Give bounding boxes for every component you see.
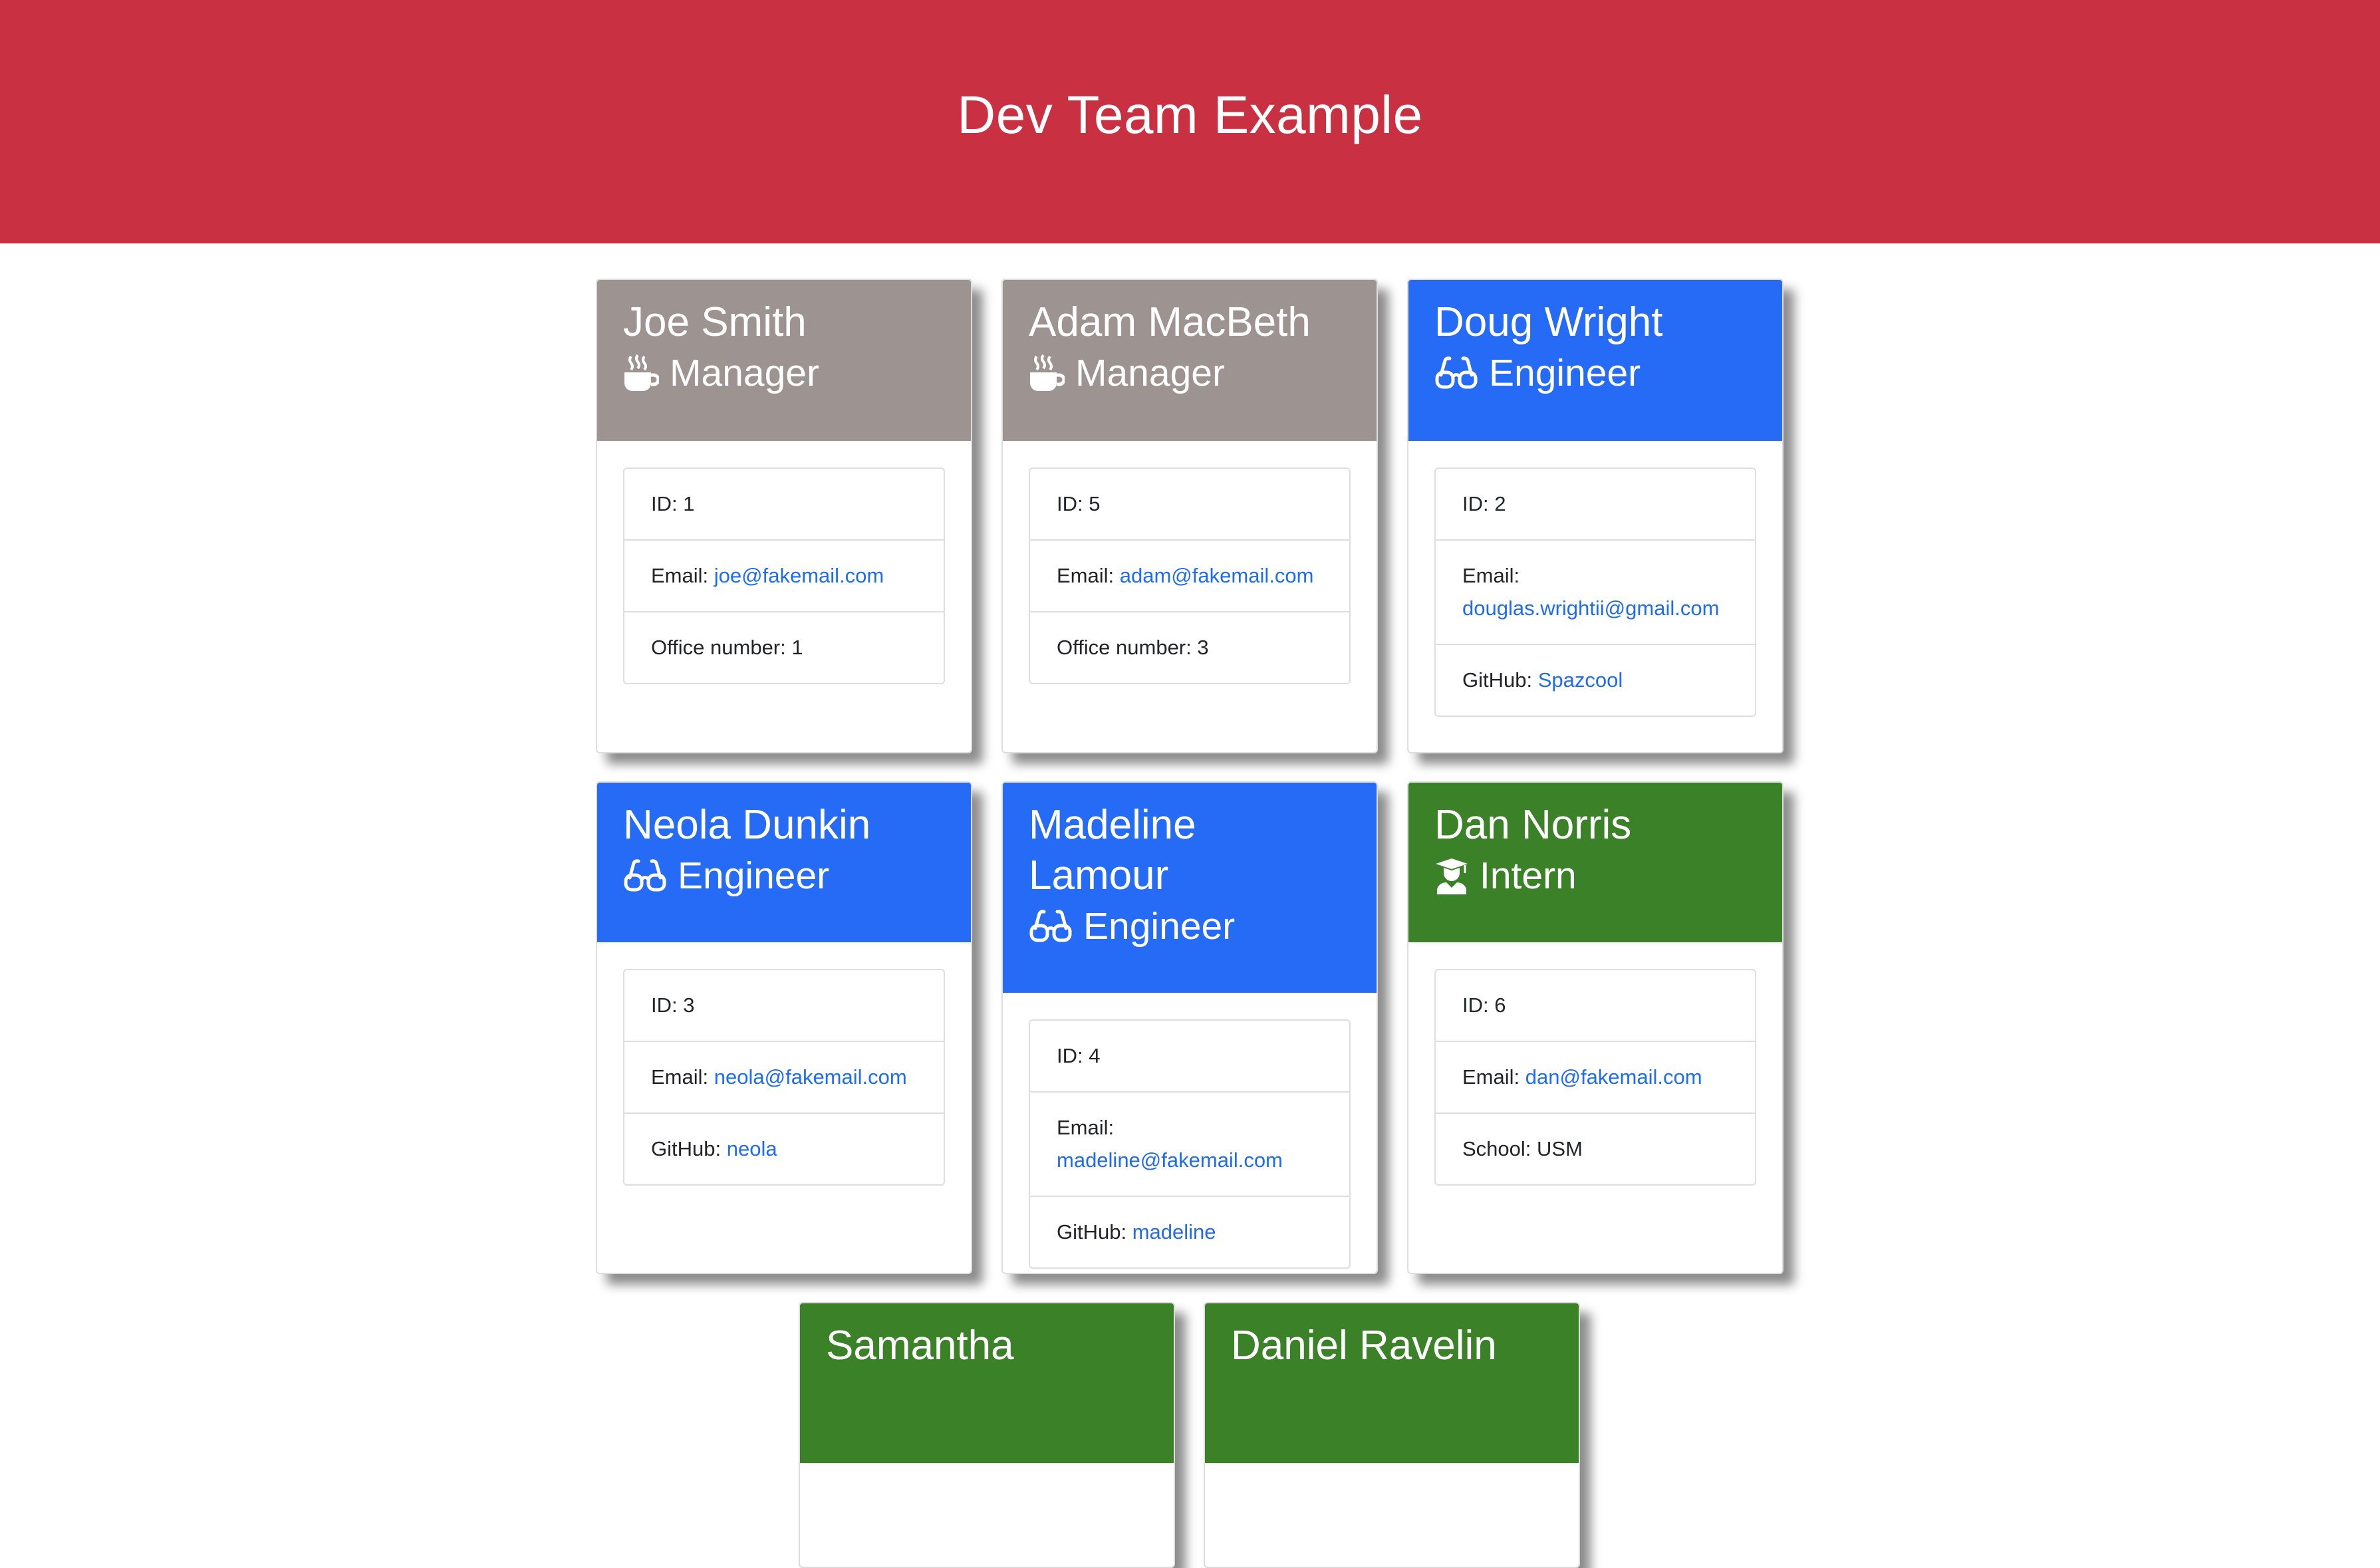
- glasses-icon: [1434, 356, 1478, 390]
- school-item: School: USM: [1436, 1112, 1755, 1184]
- role-label: Engineer: [1083, 905, 1236, 948]
- role-label: Intern: [1480, 854, 1577, 897]
- card-body: ID: 4 Email: madeline@fakemail.com GitHub…: [1003, 993, 1377, 1273]
- glasses-icon: [1029, 910, 1073, 943]
- email-link[interactable]: joe@fakemail.com: [714, 564, 884, 587]
- github-link[interactable]: neola: [727, 1137, 777, 1160]
- employee-card: Doug Wright Engineer ID: 2 Email: douglas…: [1407, 279, 1784, 753]
- employee-name: Daniel Ravelin: [1231, 1323, 1497, 1369]
- employee-card: Neola Dunkin Engineer ID: 3 Email: neola…: [596, 781, 972, 1274]
- employee-card: Samantha: [799, 1302, 1175, 1568]
- employee-card: Adam MacBeth Manager ID: 5 Email: adam@f…: [1001, 279, 1378, 753]
- github-item: GitHub: Spazcool: [1436, 644, 1755, 716]
- employee-name: Dan Norris: [1434, 802, 1632, 848]
- card-header: Neola Dunkin Engineer: [597, 783, 971, 942]
- card-header: Adam MacBeth Manager: [1003, 280, 1377, 441]
- card-header: Daniel Ravelin: [1205, 1303, 1579, 1463]
- card-body: ID: 1 Email: joe@fakemail.com Office num…: [597, 441, 971, 711]
- card-body: ID: 6 Email: dan@fakemail.com School: US…: [1408, 942, 1782, 1212]
- employee-role: Manager: [623, 348, 944, 398]
- coffee-icon: [623, 354, 659, 392]
- email-label: Email:: [1462, 564, 1520, 587]
- role-label: Manager: [670, 352, 819, 394]
- employee-card: Dan Norris Intern ID: 6 Email: dan@fakem…: [1407, 781, 1784, 1274]
- id-item: ID: 5: [1057, 492, 1101, 515]
- card-header: Dan Norris Intern: [1408, 783, 1782, 942]
- email-label: Email:: [651, 1065, 709, 1089]
- employee-name: Madeline Lamour: [1029, 802, 1196, 898]
- github-item: GitHub: neola: [624, 1112, 944, 1184]
- info-list: ID: 4 Email: madeline@fakemail.com GitHub…: [1029, 1019, 1351, 1269]
- email-label: Email:: [651, 564, 709, 587]
- email-item: Email: joe@fakemail.com: [624, 539, 944, 611]
- role-label: Manager: [1075, 352, 1225, 394]
- email-link[interactable]: dan@fakemail.com: [1525, 1065, 1702, 1089]
- github-link[interactable]: Spazcool: [1538, 668, 1623, 692]
- github-link[interactable]: madeline: [1132, 1220, 1216, 1243]
- employee-role: Engineer: [1029, 901, 1350, 952]
- email-label: Email:: [1057, 564, 1115, 587]
- card-header: Samantha: [800, 1303, 1174, 1463]
- info-list: ID: 2 Email: douglas.wrightii@gmail.com G…: [1434, 467, 1756, 717]
- id-item: ID: 4: [1057, 1044, 1101, 1067]
- coffee-icon: [1029, 354, 1065, 392]
- id-item: ID: 2: [1462, 492, 1506, 515]
- id-item: ID: 6: [1462, 993, 1506, 1017]
- employee-name: Doug Wright: [1434, 299, 1663, 345]
- employee-card: Madeline Lamour Engineer ID: 4 Email: mad…: [1001, 781, 1378, 1274]
- card-body: ID: 5 Email: adam@fakemail.com Office nu…: [1003, 441, 1377, 711]
- github-label: GitHub:: [651, 1137, 722, 1160]
- role-label: Engineer: [1489, 352, 1641, 394]
- employee-name: Joe Smith: [623, 299, 807, 345]
- info-list: ID: 1 Email: joe@fakemail.com Office num…: [623, 467, 945, 684]
- role-label: Engineer: [678, 854, 830, 897]
- card-header: Madeline Lamour Engineer: [1003, 783, 1377, 993]
- employee-name: Neola Dunkin: [623, 802, 871, 848]
- email-label: Email:: [1057, 1116, 1115, 1139]
- email-item: Email: adam@fakemail.com: [1030, 539, 1349, 611]
- employee-role: Engineer: [1434, 348, 1756, 398]
- email-link[interactable]: adam@fakemail.com: [1120, 564, 1314, 587]
- id-item: ID: 3: [651, 993, 695, 1017]
- glasses-icon: [623, 859, 667, 892]
- employee-name: Adam MacBeth: [1029, 299, 1311, 345]
- employee-role: Intern: [1434, 850, 1756, 901]
- github-label: GitHub:: [1462, 668, 1533, 692]
- info-list: ID: 3 Email: neola@fakemail.com GitHub: …: [623, 969, 945, 1186]
- id-item: ID: 1: [651, 492, 695, 515]
- email-item: Email: madeline@fakemail.com: [1030, 1091, 1349, 1196]
- email-link[interactable]: madeline@fakemail.com: [1057, 1148, 1283, 1172]
- employee-card: Joe Smith Manager ID: 1 Email: joe@fakem…: [596, 279, 972, 753]
- github-item: GitHub: madeline: [1030, 1196, 1349, 1267]
- graduate-icon: [1434, 857, 1469, 894]
- email-item: Email: neola@fakemail.com: [624, 1041, 944, 1112]
- employee-card: Daniel Ravelin: [1204, 1302, 1580, 1568]
- office-number-item: Office number: 3: [1030, 611, 1349, 683]
- employee-name: Samantha: [826, 1323, 1014, 1369]
- office-number-item: Office number: 1: [624, 611, 944, 683]
- employee-role: Engineer: [623, 850, 944, 901]
- page-title: Dev Team Example: [957, 85, 1423, 144]
- email-item: Email: dan@fakemail.com: [1436, 1041, 1755, 1112]
- email-link[interactable]: douglas.wrightii@gmail.com: [1462, 596, 1719, 620]
- email-item: Email: douglas.wrightii@gmail.com: [1436, 539, 1755, 644]
- email-label: Email:: [1462, 1065, 1520, 1089]
- github-label: GitHub:: [1057, 1220, 1127, 1243]
- card-body: ID: 2 Email: douglas.wrightii@gmail.com G…: [1408, 441, 1782, 743]
- page-header: Dev Team Example: [0, 0, 2380, 243]
- employee-role: Manager: [1029, 348, 1350, 398]
- card-body: ID: 3 Email: neola@fakemail.com GitHub: …: [597, 942, 971, 1212]
- card-header: Joe Smith Manager: [597, 280, 971, 441]
- email-link[interactable]: neola@fakemail.com: [714, 1065, 907, 1089]
- info-list: ID: 5 Email: adam@fakemail.com Office nu…: [1029, 467, 1351, 684]
- card-header: Doug Wright Engineer: [1408, 280, 1782, 441]
- info-list: ID: 6 Email: dan@fakemail.com School: US…: [1434, 969, 1756, 1186]
